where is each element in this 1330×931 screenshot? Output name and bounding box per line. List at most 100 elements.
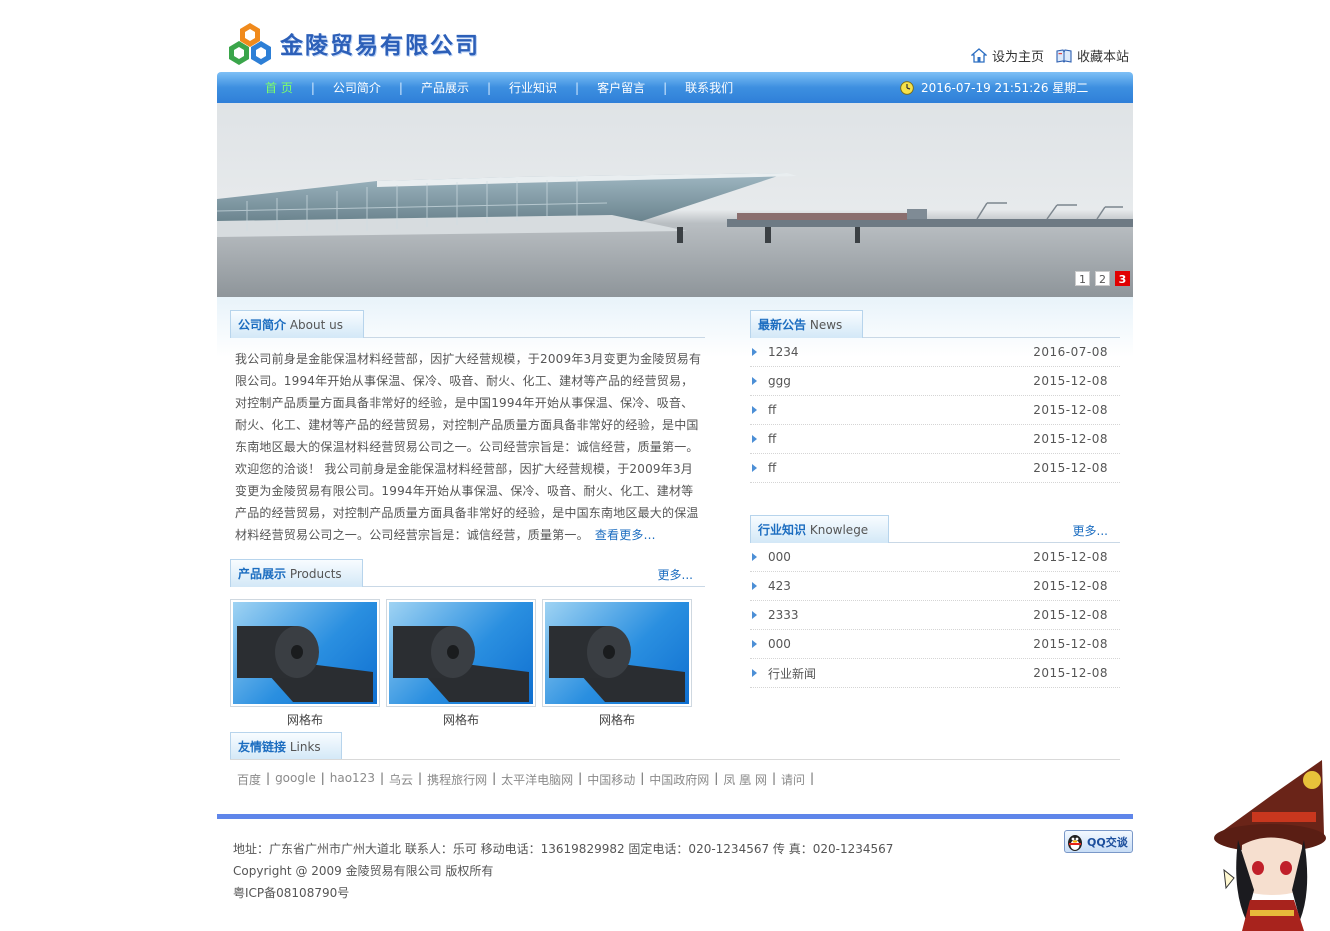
set-homepage-label: 设为主页 <box>992 50 1045 65</box>
add-favorite-link[interactable]: 收藏本站 <box>1056 46 1129 65</box>
nav-item-knowledge[interactable]: 行业知识 <box>491 79 575 96</box>
product-card[interactable]: 网格布 <box>386 599 536 728</box>
product-caption: 网格布 <box>598 713 635 727</box>
products-section-header: 产品展示 Products 更多... <box>230 559 705 587</box>
links-tab[interactable]: 友情链接 Links <box>230 732 342 760</box>
banner-page-3[interactable]: 3 <box>1115 271 1130 286</box>
friend-links: 百度 | google | hao123 | 乌云 | 携程旅行网 | 太平洋电脑网 | 中… <box>237 771 819 788</box>
about-tab[interactable]: 公司简介 About us <box>230 310 364 338</box>
about-title: 公司简介 <box>238 318 287 332</box>
arrow-icon <box>752 553 757 561</box>
arrow-icon <box>752 435 757 443</box>
link-separator: | <box>640 771 645 785</box>
news-item-date: 2015-12-08 <box>1033 403 1108 417</box>
logo-cube-icon <box>229 23 271 65</box>
footer-copyright: Copyright @ 2009 金陵贸易有限公司 版权所有 <box>233 864 494 878</box>
news-item[interactable]: 1234 2016-07-08 <box>750 338 1120 367</box>
knowledge-item[interactable]: 423 2015-12-08 <box>750 572 1120 601</box>
arrow-icon <box>752 611 757 619</box>
news-section-header: 最新公告 News <box>750 310 1120 338</box>
qq-chat-button[interactable]: QQ交谈 <box>1064 830 1133 853</box>
news-item-date: 2015-12-08 <box>1033 374 1108 388</box>
felt-roll-image <box>237 626 373 702</box>
knowledge-item[interactable]: 行业新闻 2015-12-08 <box>750 659 1120 688</box>
knowledge-item[interactable]: 000 2015-12-08 <box>750 630 1120 659</box>
links-subtitle: Links <box>289 740 321 754</box>
link-gov[interactable]: 中国政府网 <box>649 771 709 788</box>
knowledge-tab[interactable]: 行业知识 Knowlege <box>750 515 890 543</box>
about-subtitle: About us <box>289 318 343 332</box>
product-caption: 网格布 <box>442 713 479 727</box>
footer-contact: 地址：广东省广州市广州大道北 联系人：乐可 移动电话：13619829982 固… <box>233 842 894 856</box>
nav-item-guestbook[interactable]: 客户留言 <box>579 79 663 96</box>
link-separator: | <box>418 771 423 785</box>
qq-chat-label: QQ交谈 <box>1087 835 1128 849</box>
banner-slideshow[interactable]: 1 2 3 <box>217 103 1133 297</box>
knowledge-item-date: 2015-12-08 <box>1033 608 1108 622</box>
banner-page-2[interactable]: 2 <box>1095 271 1110 286</box>
link-ctrip[interactable]: 携程旅行网 <box>427 771 487 788</box>
news-item-title: ff <box>768 432 777 446</box>
nav-item-products[interactable]: 产品展示 <box>403 79 487 96</box>
about-body: 我公司前身是金能保温材料经营部，因扩大经营规模，于2009年3月变更为金陵贸易有… <box>235 352 702 542</box>
knowledge-more-link[interactable]: 更多... <box>1073 522 1108 539</box>
link-ifeng[interactable]: 凤 凰 网 <box>723 771 767 788</box>
news-item-title: ff <box>768 461 777 475</box>
link-hao123[interactable]: hao123 <box>330 771 375 788</box>
news-item-title: ff <box>768 403 777 417</box>
products-tab[interactable]: 产品展示 Products <box>230 559 363 587</box>
knowledge-item-date: 2015-12-08 <box>1033 637 1108 651</box>
knowledge-subtitle: Knowlege <box>809 523 869 537</box>
knowledge-item-date: 2015-12-08 <box>1033 666 1108 680</box>
add-favorite-label: 收藏本站 <box>1077 50 1130 65</box>
home-icon <box>971 48 987 63</box>
link-china-mobile[interactable]: 中国移动 <box>587 771 635 788</box>
arrow-icon <box>752 582 757 590</box>
link-qingwen[interactable]: 请问 <box>781 771 805 788</box>
felt-roll-image <box>393 626 529 702</box>
set-homepage-link[interactable]: 设为主页 <box>971 46 1044 65</box>
knowledge-item-title: 423 <box>768 579 791 593</box>
arrow-icon <box>752 406 757 414</box>
mascot-widget[interactable] <box>1212 750 1330 931</box>
link-wooyun[interactable]: 乌云 <box>389 771 413 788</box>
knowledge-item-date: 2015-12-08 <box>1033 550 1108 564</box>
about-more-link[interactable]: 查看更多... <box>595 528 656 542</box>
products-more-link[interactable]: 更多... <box>658 566 693 583</box>
news-tab[interactable]: 最新公告 News <box>750 310 864 338</box>
banner-page-1[interactable]: 1 <box>1075 271 1090 286</box>
company-logo[interactable]: 金陵贸易有限公司 <box>228 20 480 66</box>
link-google[interactable]: google <box>275 771 316 788</box>
news-item-date: 2015-12-08 <box>1033 461 1108 475</box>
link-separator: | <box>320 771 325 785</box>
news-subtitle: News <box>809 318 843 332</box>
link-separator: | <box>810 771 815 785</box>
knowledge-item[interactable]: 2333 2015-12-08 <box>750 601 1120 630</box>
qq-penguin-icon <box>1068 834 1082 851</box>
link-separator: | <box>714 771 719 785</box>
about-text: 我公司前身是金能保温材料经营部，因扩大经营规模，于2009年3月变更为金陵贸易有… <box>235 348 705 546</box>
nav-item-home[interactable]: 首 页 <box>247 79 311 96</box>
product-caption: 网格布 <box>286 713 323 727</box>
news-item[interactable]: ff 2015-12-08 <box>750 454 1120 483</box>
link-separator: | <box>771 771 777 785</box>
knowledge-item[interactable]: 000 2015-12-08 <box>750 543 1120 572</box>
nav-item-contact[interactable]: 联系我们 <box>667 79 751 96</box>
products-subtitle: Products <box>289 567 342 581</box>
banner-pager: 1 2 3 <box>1070 271 1130 286</box>
product-card[interactable]: 网格布 <box>230 599 380 728</box>
nav-item-about[interactable]: 公司简介 <box>315 79 399 96</box>
footer-icp: 粤ICP备08108790号 <box>233 886 350 900</box>
arrow-icon <box>752 669 757 677</box>
link-pconline[interactable]: 太平洋电脑网 <box>501 771 573 788</box>
news-item[interactable]: ff 2015-12-08 <box>750 396 1120 425</box>
product-card[interactable]: 网格布 <box>542 599 692 728</box>
arrow-icon <box>752 377 757 385</box>
link-baidu[interactable]: 百度 <box>237 771 261 788</box>
news-list: 1234 2016-07-08 ggg 2015-12-08 ff 2015-12-0… <box>750 338 1120 483</box>
news-item[interactable]: ggg 2015-12-08 <box>750 367 1120 396</box>
news-item[interactable]: ff 2015-12-08 <box>750 425 1120 454</box>
about-section-header: 公司简介 About us <box>230 310 705 338</box>
product-image <box>386 599 536 707</box>
felt-roll-image <box>549 626 685 702</box>
